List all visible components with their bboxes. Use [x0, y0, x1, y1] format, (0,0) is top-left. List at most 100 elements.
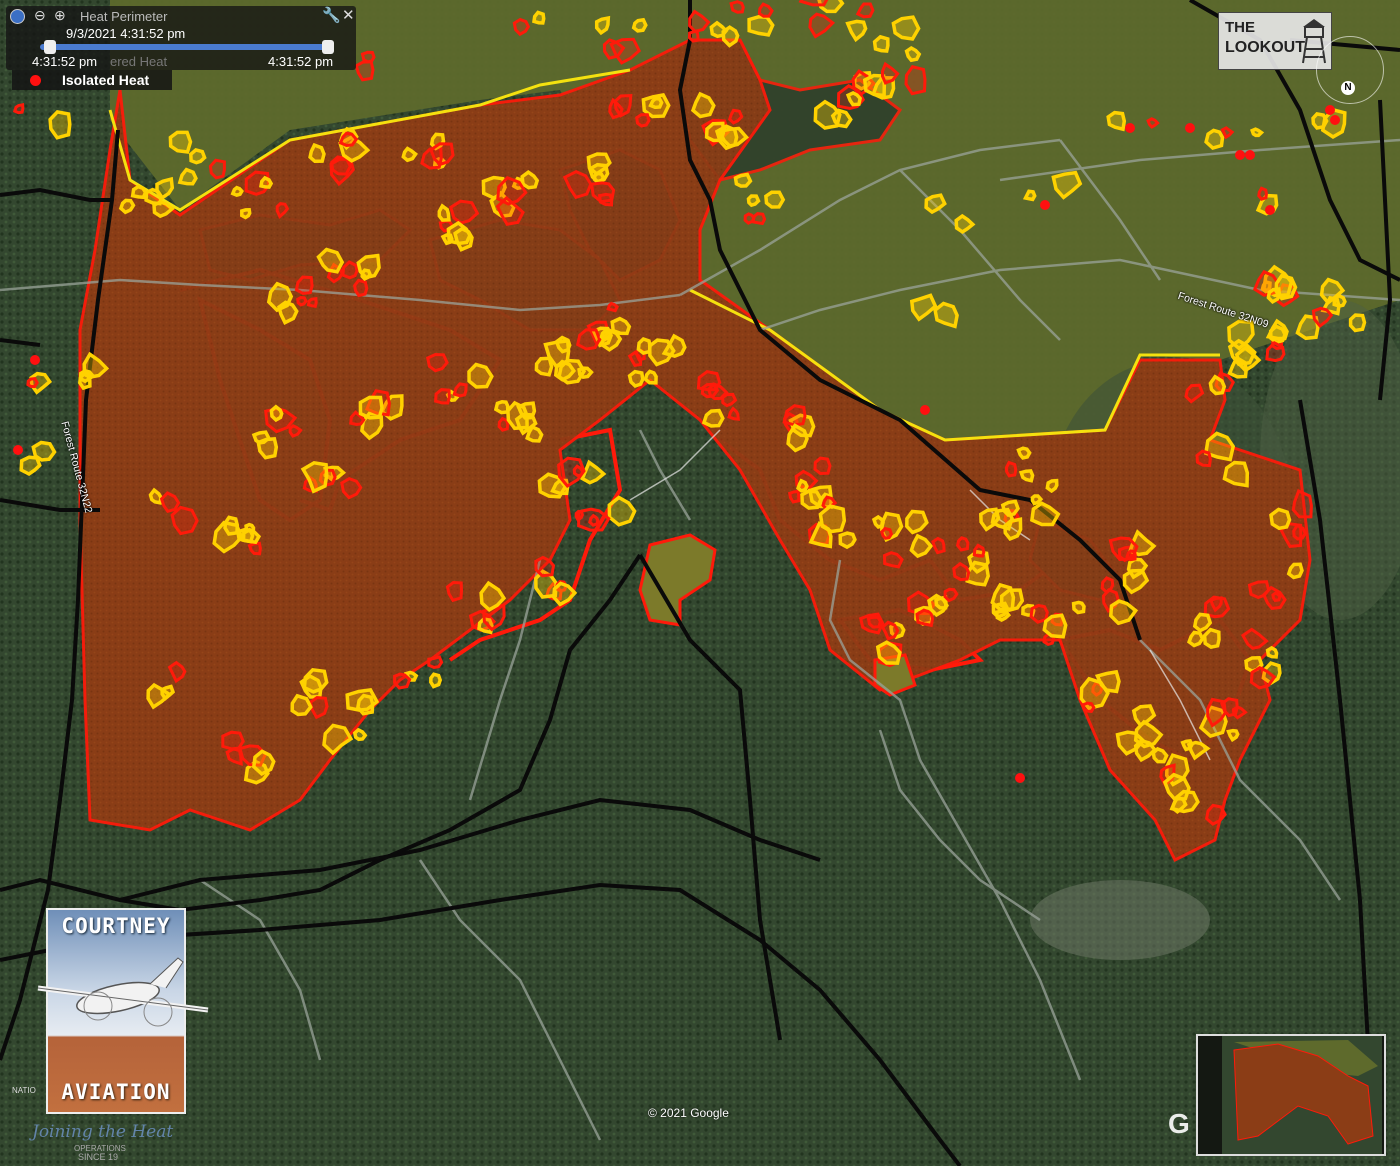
scattered-heat-blob[interactable] [575, 328, 602, 351]
intense-heat-blob[interactable] [924, 193, 947, 215]
scattered-heat-blob[interactable] [329, 157, 355, 187]
scattered-heat-blob[interactable] [1029, 603, 1049, 624]
scattered-heat-blob[interactable] [288, 424, 303, 438]
time-slider-panel[interactable]: ⊖ ⊕ Heat Perimeter 🔧 ✕ 9/3/2021 4:31:52 … [6, 6, 356, 70]
intense-heat-blob[interactable] [1286, 562, 1304, 580]
intense-heat-blob[interactable] [747, 15, 775, 37]
intense-heat-blob[interactable] [871, 514, 885, 530]
scattered-heat-blob[interactable] [159, 491, 181, 514]
intense-heat-blob[interactable] [701, 408, 725, 428]
intense-heat-blob[interactable] [647, 338, 676, 367]
scattered-heat-blob[interactable] [275, 202, 290, 219]
scattered-heat-blob[interactable] [751, 212, 767, 226]
isolated-heat-dot[interactable] [1125, 123, 1135, 133]
isolated-heat-dot[interactable] [1015, 773, 1025, 783]
scattered-heat-blob[interactable] [855, 2, 875, 19]
scattered-heat-blob[interactable] [952, 561, 971, 582]
intense-heat-blob[interactable] [429, 672, 443, 689]
intense-heat-blob[interactable] [764, 190, 786, 209]
isolated-heat-dot[interactable] [13, 445, 23, 455]
scattered-heat-blob[interactable] [1204, 803, 1227, 826]
intense-heat-blob[interactable] [160, 684, 176, 702]
intense-heat-blob[interactable] [118, 198, 136, 215]
intense-heat-blob[interactable] [256, 437, 279, 460]
intense-heat-blob[interactable] [316, 247, 345, 274]
scattered-heat-blob[interactable] [225, 747, 243, 767]
intense-heat-blob[interactable] [258, 175, 274, 189]
scattered-heat-blob[interactable] [308, 696, 329, 720]
intense-heat-blob[interactable] [360, 268, 373, 282]
scattered-heat-blob[interactable] [1257, 186, 1268, 201]
intense-heat-blob[interactable] [358, 395, 384, 420]
scattered-heat-blob[interactable] [808, 12, 836, 39]
scattered-heat-blob[interactable] [497, 416, 510, 432]
scattered-heat-blob[interactable] [445, 580, 464, 603]
intense-heat-blob[interactable] [241, 527, 262, 545]
scattered-heat-blob[interactable] [813, 456, 832, 476]
intense-heat-blob[interactable] [607, 495, 637, 527]
intense-heat-blob[interactable] [308, 142, 326, 164]
intense-heat-blob[interactable] [230, 185, 244, 197]
scattered-heat-blob[interactable] [427, 655, 444, 669]
scattered-heat-blob[interactable] [955, 536, 970, 552]
intense-heat-blob[interactable] [19, 455, 42, 477]
intense-heat-blob[interactable] [927, 593, 949, 618]
scattered-heat-blob[interactable] [721, 392, 738, 408]
intense-heat-blob[interactable] [1000, 499, 1020, 518]
scattered-heat-blob[interactable] [170, 505, 199, 536]
intense-heat-blob[interactable] [290, 693, 313, 717]
intense-heat-blob[interactable] [446, 220, 472, 246]
intense-heat-blob[interactable] [493, 400, 510, 415]
intense-heat-blob[interactable] [1045, 478, 1059, 494]
scattered-heat-blob[interactable] [534, 555, 556, 578]
wrench-icon[interactable]: 🔧 [322, 6, 341, 24]
intense-heat-blob[interactable] [1265, 645, 1279, 659]
scattered-heat-blob[interactable] [360, 50, 376, 64]
scattered-heat-blob[interactable] [729, 0, 745, 14]
intense-heat-blob[interactable] [155, 176, 175, 201]
scattered-heat-blob[interactable] [26, 376, 39, 389]
scattered-heat-blob[interactable] [904, 64, 927, 96]
intense-heat-blob[interactable] [905, 509, 929, 535]
intense-heat-blob[interactable] [345, 688, 380, 712]
intense-heat-blob[interactable] [1051, 170, 1083, 200]
intense-heat-blob[interactable] [1265, 318, 1289, 341]
scattered-heat-blob[interactable] [931, 536, 946, 555]
intense-heat-blob[interactable] [1269, 507, 1292, 531]
scattered-heat-blob[interactable] [687, 30, 700, 43]
intense-heat-blob[interactable] [534, 356, 554, 377]
intense-heat-blob[interactable] [862, 73, 887, 98]
scattered-heat-blob[interactable] [296, 295, 308, 307]
scattered-heat-blob[interactable] [1195, 449, 1212, 468]
scattered-heat-blob[interactable] [1291, 488, 1313, 519]
intense-heat-blob[interactable] [709, 20, 729, 39]
intense-heat-blob[interactable] [845, 91, 862, 107]
intense-heat-blob[interactable] [845, 19, 868, 43]
scattered-heat-blob[interactable] [221, 730, 245, 751]
intense-heat-blob[interactable] [933, 301, 959, 329]
intense-heat-blob[interactable] [1018, 469, 1035, 483]
scattered-heat-blob[interactable] [1265, 340, 1286, 363]
intense-heat-blob[interactable] [1016, 446, 1032, 460]
intense-heat-blob[interactable] [130, 184, 148, 200]
scattered-heat-blob[interactable] [606, 301, 619, 313]
scattered-heat-blob[interactable] [1100, 576, 1115, 595]
scattered-heat-blob[interactable] [495, 195, 525, 226]
intense-heat-blob[interactable] [251, 749, 276, 777]
intense-heat-blob[interactable] [276, 300, 299, 325]
isolated-heat-dot[interactable] [1040, 200, 1050, 210]
scattered-heat-blob[interactable] [341, 260, 359, 280]
scattered-heat-blob[interactable] [787, 489, 801, 504]
intense-heat-blob[interactable] [631, 17, 648, 33]
scattered-heat-blob[interactable] [882, 551, 904, 569]
scattered-heat-blob[interactable] [353, 278, 369, 298]
intense-heat-blob[interactable] [830, 108, 853, 129]
time-slider-handle-right[interactable] [322, 40, 334, 54]
scattered-heat-blob[interactable] [597, 192, 613, 207]
intense-heat-blob[interactable] [302, 667, 329, 694]
scattered-heat-blob[interactable] [425, 352, 449, 373]
compass-north-icon[interactable]: N [1341, 81, 1355, 95]
zoom-out-icon[interactable]: ⊖ [34, 7, 46, 24]
scattered-heat-blob[interactable] [1292, 523, 1307, 541]
intense-heat-blob[interactable] [818, 504, 847, 534]
